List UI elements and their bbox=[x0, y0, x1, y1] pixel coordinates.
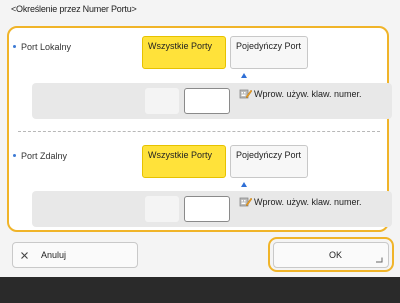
local-port-label: Port Lokalny bbox=[13, 42, 71, 52]
status-bar bbox=[0, 277, 400, 303]
remote-port-label: Port Zdalny bbox=[13, 151, 67, 161]
ok-button[interactable]: OK bbox=[273, 242, 389, 268]
arrow-up-icon bbox=[241, 73, 247, 78]
remote-port-single-button[interactable]: Pojedyńczy Port bbox=[230, 145, 308, 178]
bullet-icon bbox=[13, 154, 16, 158]
close-icon bbox=[21, 252, 28, 259]
arrow-up-icon bbox=[241, 182, 247, 187]
local-port-key-area bbox=[145, 88, 179, 114]
local-port-number-input[interactable] bbox=[184, 88, 230, 114]
remote-port-number-input[interactable] bbox=[184, 196, 230, 222]
enter-corner-icon bbox=[376, 257, 383, 263]
remote-port-input-row: Wprow. używ. klaw. numer. bbox=[32, 191, 392, 227]
local-port-all-button[interactable]: Wszystkie Porty bbox=[142, 36, 226, 69]
local-port-input-row: Wprow. używ. klaw. numer. bbox=[32, 83, 392, 119]
ok-label: OK bbox=[329, 250, 343, 260]
port-settings-panel: Port Lokalny Wszystkie Porty Pojedyńczy … bbox=[7, 26, 392, 232]
local-port-label-text: Port Lokalny bbox=[21, 42, 72, 52]
keyboard-pencil-icon bbox=[239, 89, 252, 99]
remote-port-key-area bbox=[145, 196, 179, 222]
keyboard-pencil-icon bbox=[239, 197, 252, 207]
remote-port-all-button[interactable]: Wszystkie Porty bbox=[142, 145, 226, 178]
bullet-icon bbox=[13, 45, 16, 49]
section-divider bbox=[18, 131, 380, 132]
remote-port-label-text: Port Zdalny bbox=[21, 151, 68, 161]
local-port-single-button[interactable]: Pojedyńczy Port bbox=[230, 36, 308, 69]
local-port-hint: Wprow. używ. klaw. numer. bbox=[254, 89, 362, 99]
screen-title: <Określenie przez Numer Portu> bbox=[11, 4, 137, 14]
remote-port-hint: Wprow. używ. klaw. numer. bbox=[254, 197, 362, 207]
cancel-label: Anuluj bbox=[41, 250, 67, 260]
cancel-button[interactable]: Anuluj bbox=[12, 242, 138, 268]
